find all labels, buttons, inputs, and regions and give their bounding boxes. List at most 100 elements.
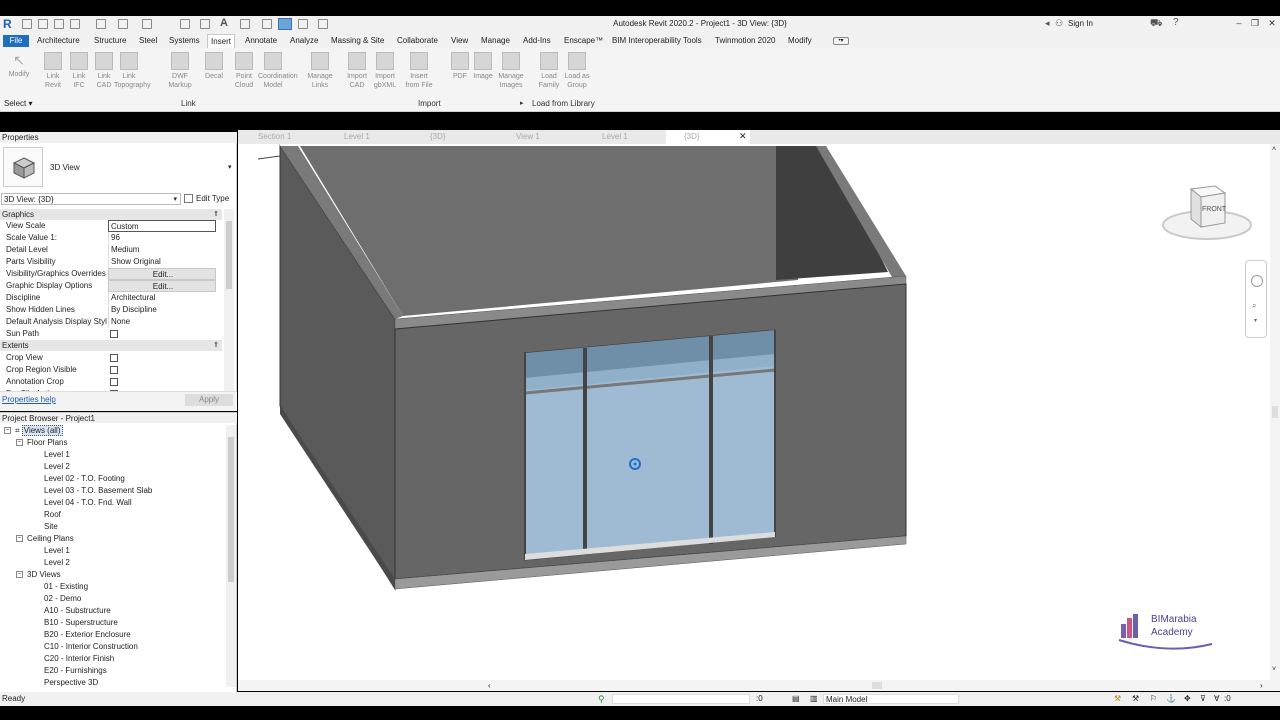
scroll-thumb[interactable] [226, 221, 232, 289]
select-links-icon[interactable]: ⚒ [1114, 692, 1121, 706]
scroll-up-icon[interactable]: ˄ [1272, 146, 1276, 153]
scroll-left-icon[interactable]: ‹ [488, 681, 491, 690]
tree-floor-plans[interactable]: – Floor Plans [16, 437, 67, 449]
property-row[interactable]: Scale Value 1: 96 [0, 232, 222, 244]
property-row[interactable]: Show Hidden Lines By Discipline [0, 304, 222, 316]
tab-3d-inactive[interactable]: {3D} [412, 130, 496, 144]
property-row[interactable]: Crop View [0, 352, 222, 364]
scroll-thumb[interactable] [872, 682, 882, 689]
model-icon[interactable]: ▥ [810, 692, 818, 706]
property-value[interactable]: Custom [108, 220, 216, 232]
section-extents[interactable]: Extents ⇑ [0, 340, 222, 351]
redo-icon[interactable] [118, 19, 128, 29]
apply-button[interactable]: Apply [185, 394, 233, 406]
import-expand-icon[interactable]: ▸ [520, 99, 524, 107]
ribbon-button-import-cad[interactable]: Import CAD [342, 52, 372, 90]
tree-view-item[interactable]: C20 - Interior Finish [44, 653, 114, 665]
ribbon-button-insert-from-file[interactable]: Insert from File [404, 52, 434, 90]
menu-steel[interactable]: Steel [136, 34, 160, 48]
tree-view-item[interactable]: C10 - Interior Construction [44, 641, 138, 653]
ribbon-button-manage-links[interactable]: Manage Links [305, 52, 335, 90]
properties-scrollbar[interactable] [224, 209, 234, 391]
type-thumbnail[interactable] [3, 147, 43, 187]
cart-icon[interactable]: ⛟ [1150, 18, 1163, 31]
sun-path-checkbox[interactable] [110, 330, 118, 338]
save-icon[interactable] [54, 19, 64, 29]
tab-section-1[interactable]: Section 1 [240, 130, 324, 144]
horizontal-scrollbar[interactable]: ‹ › [238, 680, 1270, 691]
new-icon[interactable] [22, 19, 32, 29]
property-row[interactable]: Visibility/Graphics Overrides Edit... [0, 268, 222, 280]
tab-level-1-b[interactable]: Level 1 [584, 130, 668, 144]
network-icon[interactable]: ⚇ [1055, 18, 1063, 29]
tree-view-item[interactable]: Site [44, 521, 58, 533]
revit-logo-icon[interactable]: R [3, 17, 15, 31]
measure-icon[interactable] [180, 19, 190, 29]
ribbon-button-load-as-group[interactable]: Load as Group [562, 52, 592, 90]
type-dropdown-icon[interactable]: ▾ [228, 163, 232, 171]
menu-bim-interoperability[interactable]: BIM Interoperability Tools [609, 34, 705, 48]
property-value[interactable]: 96 [108, 232, 216, 244]
filter-icon[interactable]: ⊽ [1200, 692, 1206, 706]
sync-icon[interactable] [70, 19, 80, 29]
tab-view-1[interactable]: View 1 [498, 130, 582, 144]
menu-structure[interactable]: Structure [91, 34, 129, 48]
property-row[interactable]: Detail Level Medium [0, 244, 222, 256]
select-underlay-icon[interactable]: ⚒ [1132, 692, 1139, 706]
text-icon[interactable]: A [220, 17, 228, 29]
menu-architecture[interactable]: Architecture [34, 34, 83, 48]
ribbon-button-point-cloud[interactable]: Point Cloud [229, 52, 259, 90]
tree-view-item[interactable]: Level 2 [44, 557, 70, 569]
vertical-scrollbar[interactable]: ˄ ˅ [1270, 144, 1280, 691]
building-model[interactable] [238, 144, 1270, 680]
sign-in-button[interactable]: Sign In [1068, 18, 1093, 30]
property-value[interactable]: Show Original [108, 256, 216, 268]
extent-checkbox[interactable] [110, 366, 118, 374]
tree-view-item[interactable]: Level 02 - T.O. Footing [44, 473, 125, 485]
help-icon[interactable]: ? [1173, 17, 1179, 28]
modify-button[interactable]: ↖ Modify [4, 52, 34, 78]
ribbon-button-decal[interactable]: Decal [199, 52, 229, 81]
3d-view-icon[interactable] [240, 19, 250, 29]
filter-funnel-icon[interactable]: ∀ [1214, 692, 1219, 706]
tree-view-item[interactable]: 02 - Demo [44, 593, 81, 605]
tree-3d-views[interactable]: –3D Views [16, 569, 61, 581]
menu-manage[interactable]: Manage [478, 34, 513, 48]
switch-windows-icon[interactable] [318, 19, 328, 29]
section-icon[interactable] [262, 19, 272, 29]
tab-close-icon[interactable]: ✕ [739, 131, 747, 142]
tree-view-item[interactable]: Level 1 [44, 449, 70, 461]
tree-view-item[interactable]: Level 03 - T.O. Basement Slab [44, 485, 152, 497]
browser-scrollbar[interactable] [226, 425, 236, 687]
minimize-button[interactable]: – [1232, 17, 1246, 29]
scroll-thumb[interactable] [1272, 406, 1278, 418]
extent-checkbox[interactable] [110, 354, 118, 362]
ribbon-button-load-family[interactable]: Load Family [534, 52, 564, 90]
open-icon[interactable] [38, 19, 48, 29]
property-row[interactable]: Graphic Display Options Edit... [0, 280, 222, 292]
menu-enscape[interactable]: Enscape™ [561, 34, 606, 48]
tree-view-item[interactable]: B10 - Superstructure [44, 617, 118, 629]
menu-view[interactable]: View [448, 34, 471, 48]
tab-3d-active[interactable]: {3D} [666, 130, 750, 144]
edit-type-button[interactable]: Edit Type [184, 193, 234, 205]
menu-analyze[interactable]: Analyze [287, 34, 321, 48]
property-row[interactable]: View Scale Custom [0, 220, 222, 232]
ribbon-button-image[interactable]: Image [468, 52, 498, 81]
menu-systems[interactable]: Systems [166, 34, 203, 48]
menu-annotate[interactable]: Annotate [242, 34, 280, 48]
ribbon-button-dwf-markup[interactable]: DWF Markup [165, 52, 195, 90]
menu-insert[interactable]: Insert [207, 34, 236, 48]
zoom-icon[interactable]: ⌕ [1252, 301, 1256, 311]
property-row[interactable]: Sun Path [0, 328, 222, 340]
edit-button[interactable]: Edit... [108, 268, 216, 280]
thin-lines-icon[interactable] [278, 18, 292, 30]
tree-view-item[interactable]: Perspective 3D [44, 677, 98, 689]
property-row[interactable]: Default Analysis Display Style None [0, 316, 222, 328]
menu-collaborate[interactable]: Collaborate [394, 34, 441, 48]
menu-file[interactable]: File [3, 35, 29, 47]
tree-view-item[interactable]: Level 2 [44, 461, 70, 473]
property-value[interactable]: None [108, 316, 216, 328]
drag-elements-icon[interactable]: ✥ [1184, 692, 1191, 706]
tree-view-item[interactable]: A10 - Substructure [44, 605, 111, 617]
